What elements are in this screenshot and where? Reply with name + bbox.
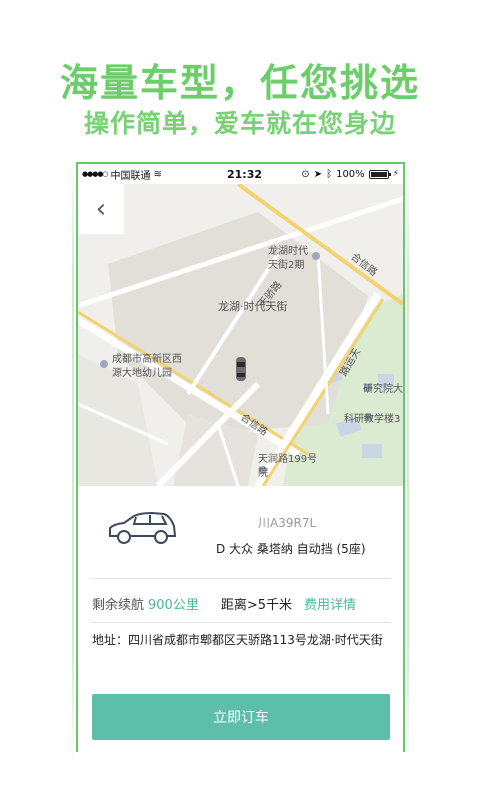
- charging-icon: ⚡: [392, 169, 399, 179]
- signal-icon: ●●●●○: [82, 170, 109, 178]
- car-stats: 剩余续航 900公里 距离>5千米 费用详情: [92, 594, 392, 613]
- poi-icon: [100, 360, 108, 368]
- fee-details-link[interactable]: 费用详情: [304, 594, 356, 613]
- map-label-kindergarten1: 成都市高新区西: [112, 354, 182, 365]
- phone-frame-glow-left: [72, 150, 74, 770]
- map-label-poi-top2: 天街2期: [268, 260, 305, 271]
- plate-number: 川A39R7L: [258, 516, 317, 530]
- car-marker-icon: [236, 357, 246, 381]
- divider: [90, 578, 391, 579]
- map-canvas: [78, 184, 403, 486]
- map-label-kindergarten2: 源大地幼儿园: [112, 368, 172, 379]
- range-label: 剩余续航: [92, 598, 145, 613]
- map-view[interactable]: 龙湖时代 天街2期 合信路 天骄路 龙湖·时代天街 成都市高新区西 源大地幼儿园…: [78, 184, 403, 486]
- map-label-research1: 研究院大: [363, 384, 403, 395]
- promo-subtitle: 操作简单，爱车就在您身边: [83, 109, 396, 138]
- divider: [90, 622, 391, 623]
- wifi-icon: ≋: [153, 168, 162, 180]
- rotation-lock-icon: ⊙: [301, 168, 310, 180]
- phone-frame-glow-right: [407, 150, 409, 770]
- address-text: 地址：四川省成都市郫都区天骄路113号龙湖·时代天街: [92, 633, 383, 647]
- chevron-left-icon: ‹: [95, 194, 107, 224]
- poi-icon: [312, 252, 320, 260]
- battery-icon: [368, 169, 391, 179]
- bluetooth-icon: ᛒ: [326, 168, 333, 180]
- car-model: D 大众 桑塔纳 自动挡 (5座): [216, 542, 366, 556]
- location-icon: ➤: [313, 168, 323, 180]
- carrier-name: 中国联通: [110, 170, 151, 182]
- car-info-panel: 川A39R7L D 大众 桑塔纳 自动挡 (5座) 剩余续航 900公里 距离>…: [78, 486, 403, 752]
- status-time: 21:32: [226, 167, 262, 181]
- status-bar: ●●●●○ 中国联通 ≋ 21:32 ⊙ ➤ ᛒ 100% ⚡: [78, 164, 403, 184]
- back-button[interactable]: ‹: [78, 184, 124, 234]
- car-outline-icon: [109, 511, 177, 544]
- battery-percent: 100%: [336, 168, 365, 180]
- map-label-courtyard1: 天润路199号: [258, 454, 318, 465]
- distance-text: 距离>5千米: [220, 598, 293, 613]
- promo-title: 海量车型，任您挑选: [59, 61, 420, 105]
- map-label-poi-top: 龙湖时代: [268, 246, 308, 257]
- order-now-button[interactable]: 立即订车: [92, 694, 390, 740]
- map-label-complex: 龙湖·时代天街: [218, 300, 288, 313]
- map-label-courtyard2: 院: [258, 468, 268, 479]
- range-value: 900公里: [148, 598, 199, 613]
- map-label-research2: 科研教学楼3: [344, 414, 401, 425]
- phone-screen: ●●●●○ 中国联通 ≋ 21:32 ⊙ ➤ ᛒ 100% ⚡ 龙湖时代 天街2…: [76, 162, 405, 752]
